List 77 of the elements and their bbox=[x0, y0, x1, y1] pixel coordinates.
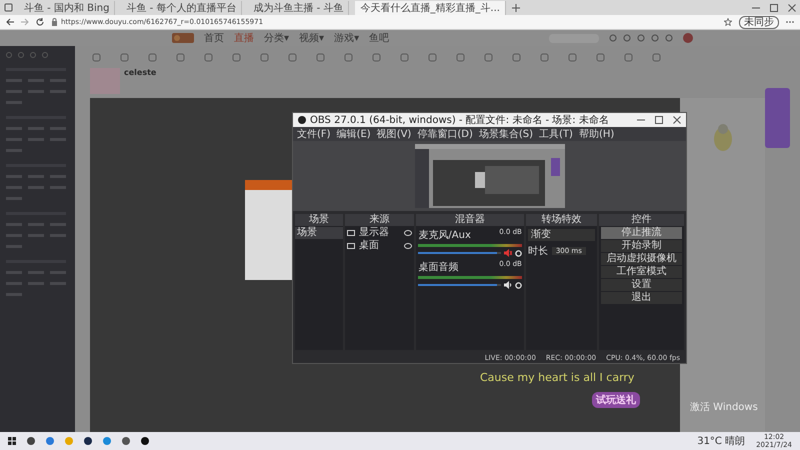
muted-speaker-icon[interactable] bbox=[504, 249, 512, 257]
maximize-icon[interactable] bbox=[770, 4, 778, 12]
ad-badge[interactable]: 试玩送礼 bbox=[592, 392, 640, 408]
promo-banner bbox=[765, 88, 790, 148]
source-item[interactable]: 显示器 bbox=[356, 227, 402, 239]
category-icon[interactable] bbox=[204, 52, 213, 62]
menu-item[interactable]: 停靠窗口(D) bbox=[417, 127, 473, 141]
menu-item[interactable]: 帮助(H) bbox=[578, 127, 614, 141]
category-icon[interactable] bbox=[400, 52, 409, 62]
window-title: OBS 27.0.1 (64-bit, windows) - 配置文件: 未命名 - 场景: 未命名 bbox=[310, 114, 609, 127]
category-icon[interactable] bbox=[260, 52, 269, 62]
dock-title: 场景 bbox=[295, 214, 343, 226]
control-button[interactable]: 停止推流 bbox=[601, 227, 682, 239]
nav-link[interactable]: 游戏▾ bbox=[334, 31, 360, 45]
category-icon[interactable] bbox=[596, 52, 605, 62]
control-button[interactable]: 开始录制 bbox=[601, 240, 682, 252]
speaker-icon[interactable] bbox=[504, 281, 512, 289]
forward-icon[interactable] bbox=[21, 18, 29, 26]
category-icon[interactable] bbox=[540, 52, 549, 62]
control-button[interactable]: 工作室模式 bbox=[601, 266, 682, 278]
duration-label: 时长 bbox=[528, 244, 548, 258]
transition-select[interactable]: 渐变 bbox=[528, 229, 596, 241]
source-item[interactable]: 桌面 bbox=[356, 240, 402, 252]
menu-item[interactable]: 编辑(E) bbox=[336, 127, 371, 141]
activation-notice: 激活 Windows bbox=[690, 401, 758, 414]
category-icon[interactable] bbox=[652, 52, 661, 62]
avatar-icon bbox=[683, 33, 694, 43]
category-icon[interactable] bbox=[92, 52, 101, 62]
control-button[interactable]: 启动虚拟摄像机 bbox=[601, 253, 682, 265]
channel-name: 桌面音频 bbox=[418, 260, 458, 274]
category-icon[interactable] bbox=[428, 52, 437, 62]
lock-icon bbox=[51, 18, 58, 26]
sync-button[interactable]: 未同步 bbox=[739, 16, 779, 28]
scene-item[interactable]: 场景 bbox=[295, 227, 343, 239]
channel-name: 麦克风/Aux bbox=[418, 228, 471, 242]
app-icon[interactable] bbox=[84, 437, 92, 445]
tab-actions-icon[interactable] bbox=[4, 3, 13, 12]
category-icon[interactable] bbox=[624, 52, 633, 62]
category-icon[interactable] bbox=[288, 52, 297, 62]
category-icon[interactable] bbox=[568, 52, 577, 62]
category-icon[interactable] bbox=[484, 52, 493, 62]
app-icon[interactable] bbox=[122, 437, 130, 445]
weather-text: 31°C 晴朗 bbox=[697, 434, 746, 448]
category-icon[interactable] bbox=[148, 52, 157, 62]
category-icon[interactable] bbox=[120, 52, 129, 62]
close-icon[interactable] bbox=[673, 116, 681, 124]
new-tab-icon[interactable] bbox=[512, 4, 520, 12]
menu-item[interactable]: 工具(T) bbox=[539, 127, 573, 141]
category-icon[interactable] bbox=[232, 52, 241, 62]
category-icon[interactable] bbox=[316, 52, 325, 62]
browser-tab[interactable]: 今天看什么直播_精彩直播_斗... bbox=[355, 0, 506, 14]
dock-title: 混音器 bbox=[416, 214, 524, 226]
dock-title: 控件 bbox=[599, 214, 684, 226]
category-icon[interactable] bbox=[512, 52, 521, 62]
control-button[interactable]: 退出 bbox=[601, 292, 682, 304]
maximize-icon[interactable] bbox=[655, 116, 663, 124]
category-icon[interactable] bbox=[176, 52, 185, 62]
star-icon[interactable] bbox=[724, 18, 732, 26]
menu-item[interactable]: 视图(V) bbox=[376, 127, 412, 141]
control-button[interactable]: 设置 bbox=[601, 279, 682, 291]
app-icon[interactable] bbox=[27, 437, 35, 445]
category-icon[interactable] bbox=[456, 52, 465, 62]
category-icon[interactable] bbox=[372, 52, 381, 62]
dock-title: 转场特效 bbox=[526, 214, 598, 226]
site-logo-icon bbox=[172, 33, 194, 43]
app-icon[interactable] bbox=[141, 437, 149, 445]
dock-title: 来源 bbox=[344, 214, 414, 226]
streamer-name: celeste bbox=[124, 68, 156, 77]
start-icon[interactable] bbox=[8, 437, 16, 445]
close-icon[interactable] bbox=[788, 4, 796, 12]
menu-item[interactable]: 文件(F) bbox=[297, 127, 331, 141]
back-icon[interactable] bbox=[6, 18, 14, 26]
subtitle-text: Cause my heart is all I carry bbox=[480, 371, 634, 384]
obs-logo-icon bbox=[298, 116, 306, 124]
menu-item[interactable]: 场景集合(S) bbox=[478, 127, 534, 141]
reload-icon[interactable] bbox=[36, 18, 44, 26]
category-icon[interactable] bbox=[344, 52, 353, 62]
